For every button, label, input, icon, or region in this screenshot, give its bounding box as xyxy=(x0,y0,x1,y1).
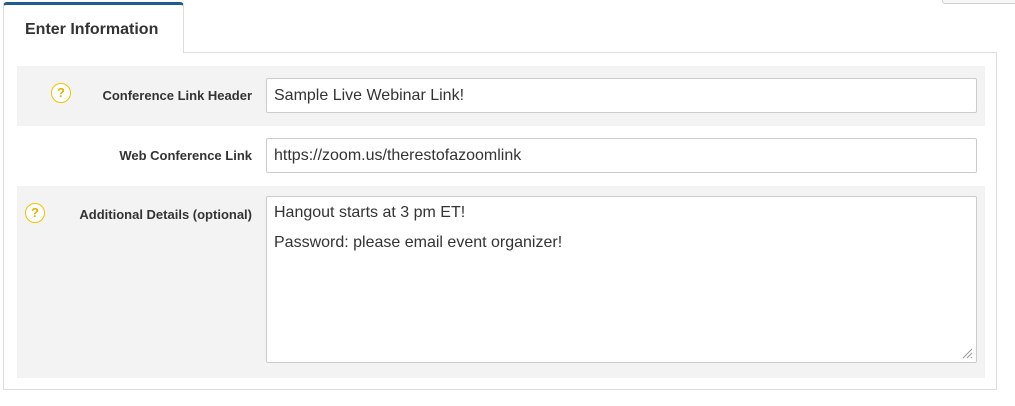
conference-link-header-row: ? Conference Link Header xyxy=(17,66,985,126)
resize-grip-icon[interactable] xyxy=(961,347,973,359)
tab-enter-information[interactable]: Enter Information xyxy=(3,2,184,53)
web-conference-link-row: Web Conference Link xyxy=(17,126,985,186)
corner-edge xyxy=(942,0,1015,4)
web-conference-link-input[interactable] xyxy=(266,138,977,173)
web-conference-link-label: Web Conference Link xyxy=(119,148,252,163)
additional-details-label: Additional Details (optional) xyxy=(79,207,252,222)
tab-bar: Enter Information xyxy=(0,0,1015,53)
additional-details-line: Hangout starts at 3 pm ET! xyxy=(274,204,466,221)
conference-link-header-input[interactable] xyxy=(266,78,977,113)
form-panel: ? Conference Link Header Web Conference … xyxy=(3,52,997,390)
additional-details-line: Password: please email event organizer! xyxy=(274,234,563,251)
additional-details-row: ? Additional Details (optional) Hangout … xyxy=(17,186,985,378)
additional-details-textarea[interactable]: Hangout starts at 3 pm ET! Password: ple… xyxy=(266,196,977,363)
conference-link-header-label: Conference Link Header xyxy=(102,88,252,103)
tab-label: Enter Information xyxy=(25,21,159,38)
question-icon[interactable]: ? xyxy=(25,203,45,223)
question-icon[interactable]: ? xyxy=(51,83,71,103)
